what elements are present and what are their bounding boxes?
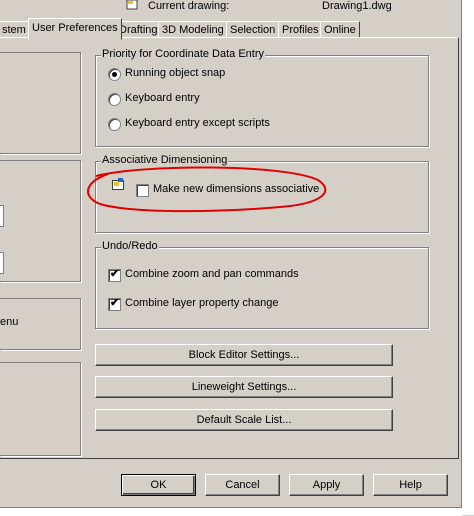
tab-system[interactable]: stem bbox=[0, 21, 30, 38]
tab-user-preferences[interactable]: User Preferences bbox=[28, 18, 122, 40]
combine-layer-property-checkbox[interactable]: ✔ bbox=[108, 297, 121, 311]
default-scale-list-button[interactable]: Default Scale List... bbox=[95, 409, 393, 431]
help-button[interactable]: Help bbox=[373, 474, 448, 496]
red-annotation-ellipse bbox=[87, 166, 327, 213]
left-group-bottom bbox=[0, 362, 81, 456]
radio-running-object-snap-label: Running object snap bbox=[125, 67, 226, 79]
tab-3d-modeling[interactable]: 3D Modeling bbox=[158, 21, 228, 38]
lineweight-settings-button[interactable]: Lineweight Settings... bbox=[95, 376, 393, 398]
combine-zoom-pan-checkbox[interactable]: ✔ bbox=[108, 268, 121, 282]
left-input-fragment-1[interactable] bbox=[0, 205, 4, 227]
radio-keyboard-entry[interactable] bbox=[108, 93, 121, 106]
cancel-button[interactable]: Cancel bbox=[205, 474, 280, 496]
block-editor-settings-button[interactable]: Block Editor Settings... bbox=[95, 344, 393, 366]
left-group-middle bbox=[0, 160, 81, 282]
apply-button[interactable]: Apply bbox=[289, 474, 364, 496]
undo-group-title: Undo/Redo bbox=[101, 240, 159, 252]
current-drawing-value: Drawing1.dwg bbox=[322, 0, 392, 12]
radio-running-object-snap[interactable] bbox=[108, 68, 121, 81]
current-drawing-label: Current drawing: bbox=[148, 0, 230, 12]
left-input-fragment-2[interactable] bbox=[0, 252, 4, 274]
radio-keyboard-except-scripts-label: Keyboard entry except scripts bbox=[125, 117, 270, 129]
left-group-top bbox=[0, 52, 81, 154]
window-edge bbox=[462, 0, 474, 515]
combine-layer-property-label: Combine layer property change bbox=[125, 297, 279, 309]
tab-online[interactable]: Online bbox=[320, 21, 360, 38]
radio-keyboard-except-scripts[interactable] bbox=[108, 118, 121, 131]
tab-drafting[interactable]: Drafting bbox=[115, 21, 162, 38]
left-menu-fragment: enu bbox=[0, 316, 19, 328]
tab-profiles[interactable]: Profiles bbox=[278, 21, 323, 38]
radio-selected-dot bbox=[112, 72, 117, 77]
drawing-file-icon bbox=[126, 0, 138, 10]
undo-redo-group: Undo/Redo bbox=[95, 240, 429, 329]
combine-zoom-pan-label: Combine zoom and pan commands bbox=[125, 268, 299, 280]
priority-group-title: Priority for Coordinate Data Entry bbox=[101, 48, 266, 60]
radio-keyboard-entry-label: Keyboard entry bbox=[125, 92, 200, 104]
ok-button[interactable]: OK bbox=[121, 474, 196, 496]
tab-selection[interactable]: Selection bbox=[226, 21, 280, 38]
